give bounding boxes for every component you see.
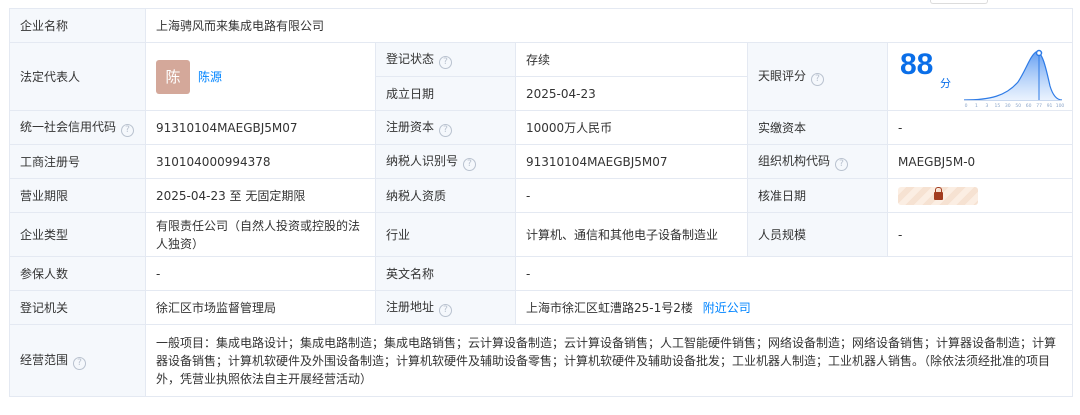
- taxpayer-qual-value: -: [515, 178, 748, 213]
- org-code-label: 组织机构代码: [758, 154, 831, 168]
- axis-tick-label: 1: [975, 103, 978, 108]
- biz-term-value: 2025-04-23 至 无固定期限: [145, 178, 376, 213]
- company-type-value: 有限责任公司（自然人投资或控股的法人独资）: [145, 212, 376, 257]
- axis-tick-label: 15: [994, 103, 1000, 108]
- taxpayer-id-label-cell: 纳税人识别号?: [375, 144, 516, 179]
- company-name-label: 企业名称: [9, 8, 146, 43]
- tianyan-score-cell[interactable]: 88 分 0 1 3 15 30 50 60 77 91 100: [886, 42, 1074, 111]
- score-distribution-chart: 0 1 3 15 30 50 60 77 91 100: [963, 49, 1064, 108]
- top-tab-stub: [930, 0, 988, 4]
- axis-tick-label: 60: [1026, 103, 1032, 108]
- row-legal-rep: 法定代表人 陈陈源 登记状态? 存续 天眼评分? 88 分 0 1 3 15 3…: [9, 42, 1074, 111]
- paid-capital-label: 实缴资本: [747, 110, 888, 145]
- help-icon[interactable]: ?: [463, 158, 477, 171]
- paid-capital-value: -: [886, 110, 1074, 145]
- avatar: 陈: [156, 59, 190, 94]
- org-code-value: MAEGBJ5M-0: [886, 144, 1074, 179]
- staff-size-value: -: [886, 212, 1074, 257]
- row-credit-code: 统一社会信用代码? 91310104MAEGBJ5M07 注册资本? 10000…: [9, 110, 1074, 145]
- help-icon[interactable]: ?: [811, 73, 825, 86]
- credit-code-label-cell: 统一社会信用代码?: [9, 110, 146, 145]
- insured-value: -: [145, 256, 376, 291]
- company-name-value: 上海骋风而来集成电路有限公司: [144, 8, 1074, 43]
- reg-address-cell: 上海市徐汇区虹漕路25-1号2楼 附近公司: [514, 290, 1074, 325]
- reg-capital-label-cell: 注册资本?: [375, 110, 516, 145]
- reg-address-label-cell: 注册地址?: [375, 290, 516, 325]
- axis-tick-label: 91: [1047, 103, 1053, 108]
- established-label: 成立日期: [375, 76, 516, 111]
- axis-tick-label: 0: [965, 103, 968, 108]
- biz-scope-value: 一般项目：集成电路设计；集成电路制造；集成电路销售；云计算设备制造；云计算设备销…: [144, 324, 1074, 397]
- reg-address-value: 上海市徐汇区虹漕路25-1号2楼: [526, 300, 693, 315]
- reg-status-value: 存续: [515, 42, 748, 77]
- reg-authority-label: 登记机关: [9, 290, 146, 325]
- taxpayer-id-value: 91310104MAEGBJ5M07: [515, 144, 748, 179]
- biz-reg-no-label: 工商注册号: [9, 144, 146, 179]
- biz-reg-no-value: 310104000994378: [145, 144, 376, 179]
- lock-icon: [934, 186, 943, 200]
- legal-rep-name-link[interactable]: 陈源: [198, 70, 222, 84]
- reg-status-label-cell: 登记状态?: [375, 42, 516, 77]
- taxpayer-qual-label: 纳税人资质: [375, 178, 516, 213]
- credit-code-label: 统一社会信用代码: [20, 120, 117, 134]
- english-name-value: -: [514, 256, 1074, 291]
- locked-value-badge[interactable]: [898, 186, 978, 205]
- row-biz-scope: 经营范围? 一般项目：集成电路设计；集成电路制造；集成电路销售；云计算设备制造；…: [9, 324, 1074, 397]
- industry-value: 计算机、通信和其他电子设备制造业: [515, 212, 748, 257]
- staff-size-label: 人员规模: [747, 212, 888, 257]
- tianyan-score-value: 88: [900, 47, 934, 81]
- taxpayer-id-label: 纳税人识别号: [386, 154, 459, 168]
- row-reg-authority: 登记机关 徐汇区市场监督管理局 注册地址? 上海市徐汇区虹漕路25-1号2楼 附…: [9, 290, 1074, 325]
- row-biz-term: 营业期限 2025-04-23 至 无固定期限 纳税人资质 - 核准日期: [9, 178, 1074, 213]
- tianyan-score-label: 天眼评分: [758, 69, 807, 83]
- reg-address-label: 注册地址: [386, 300, 435, 314]
- help-icon[interactable]: ?: [439, 56, 453, 69]
- score-marker-dot: [1035, 49, 1043, 56]
- biz-term-label: 营业期限: [9, 178, 146, 213]
- reg-status-label: 登记状态: [386, 52, 435, 66]
- row-company-name: 企业名称 上海骋风而来集成电路有限公司: [9, 8, 1074, 43]
- row-biz-reg-no: 工商注册号 310104000994378 纳税人识别号? 91310104MA…: [9, 144, 1074, 179]
- biz-scope-label-cell: 经营范围?: [9, 324, 146, 397]
- english-name-label: 英文名称: [375, 256, 516, 291]
- established-value: 2025-04-23: [515, 76, 748, 111]
- help-icon[interactable]: ?: [439, 124, 453, 137]
- company-type-label: 企业类型: [9, 212, 146, 257]
- tianyan-score-unit: 分: [940, 76, 951, 90]
- company-info-table: 企业名称 上海骋风而来集成电路有限公司 法定代表人 陈陈源 登记状态? 存续 天…: [9, 8, 1074, 397]
- insured-label: 参保人数: [9, 256, 146, 291]
- axis-ticks: 0 1 3 15 30 50 60 77 91 100: [965, 103, 1064, 108]
- legal-rep-label: 法定代表人: [9, 42, 146, 111]
- row-insured: 参保人数 - 英文名称 -: [9, 256, 1074, 291]
- biz-scope-label: 经营范围: [20, 353, 69, 367]
- org-code-label-cell: 组织机构代码?: [747, 144, 888, 179]
- help-icon[interactable]: ?: [73, 357, 87, 370]
- axis-tick-label: 50: [1015, 103, 1021, 108]
- help-icon[interactable]: ?: [835, 158, 849, 171]
- axis-tick-label: 3: [985, 103, 988, 108]
- axis-tick-label: 100: [1056, 103, 1064, 108]
- nearby-companies-link[interactable]: 附近公司: [703, 301, 751, 315]
- tianyan-score-label-cell: 天眼评分?: [747, 42, 888, 111]
- help-icon[interactable]: ?: [121, 124, 135, 137]
- legal-rep-cell: 陈陈源: [145, 42, 376, 111]
- reg-capital-value: 10000万人民币: [515, 110, 748, 145]
- credit-code-value: 91310104MAEGBJ5M07: [145, 110, 376, 145]
- axis-tick-label: 77: [1036, 103, 1042, 108]
- row-company-type: 企业类型 有限责任公司（自然人投资或控股的法人独资） 行业 计算机、通信和其他电…: [9, 212, 1074, 257]
- help-icon[interactable]: ?: [439, 304, 453, 317]
- industry-label: 行业: [375, 212, 516, 257]
- approval-date-label: 核准日期: [747, 178, 888, 213]
- reg-authority-value: 徐汇区市场监督管理局: [145, 290, 376, 325]
- reg-capital-label: 注册资本: [386, 120, 435, 134]
- approval-date-cell: [886, 178, 1074, 213]
- axis-tick-label: 30: [1005, 103, 1011, 108]
